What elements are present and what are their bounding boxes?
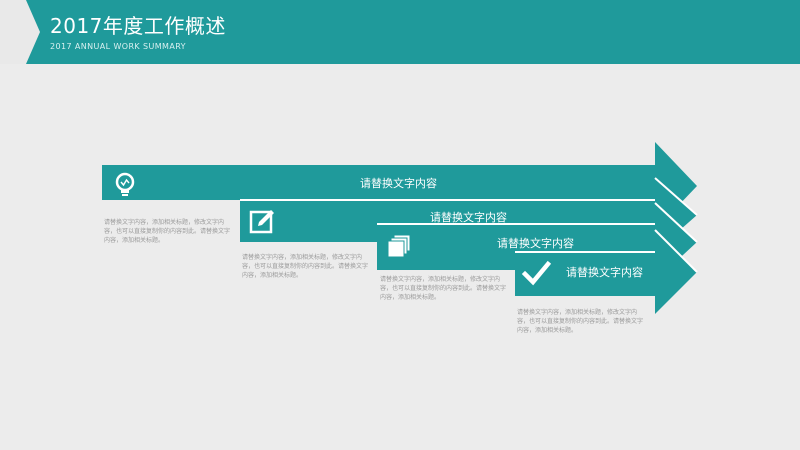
step-1-label: 请替换文字内容 — [360, 177, 437, 190]
step-3-description: 请替换文字内容，添加相关标题，修改文字内容，也可以直接复制你的内容到此。请替换文… — [380, 276, 507, 301]
edit-icon — [249, 210, 274, 234]
step-3-label: 请替换文字内容 — [497, 237, 574, 250]
lightbulb-icon — [115, 172, 135, 196]
step-4-description: 请替换文字内容，添加相关标题，修改文字内容，也可以直接复制你的内容到此。请替换文… — [517, 309, 644, 334]
step-2-description: 请替换文字内容，添加相关标题，修改文字内容，也可以直接复制你的内容到此。请替换文… — [242, 254, 369, 279]
checkmark-icon — [521, 260, 551, 286]
step-4-label: 请替换文字内容 — [566, 266, 643, 279]
layers-icon — [387, 234, 411, 258]
step-1-description: 请替换文字内容，添加相关标题，修改文字内容，也可以直接复制你的内容到此。请替换文… — [104, 219, 231, 244]
step-2-label: 请替换文字内容 — [430, 211, 507, 224]
